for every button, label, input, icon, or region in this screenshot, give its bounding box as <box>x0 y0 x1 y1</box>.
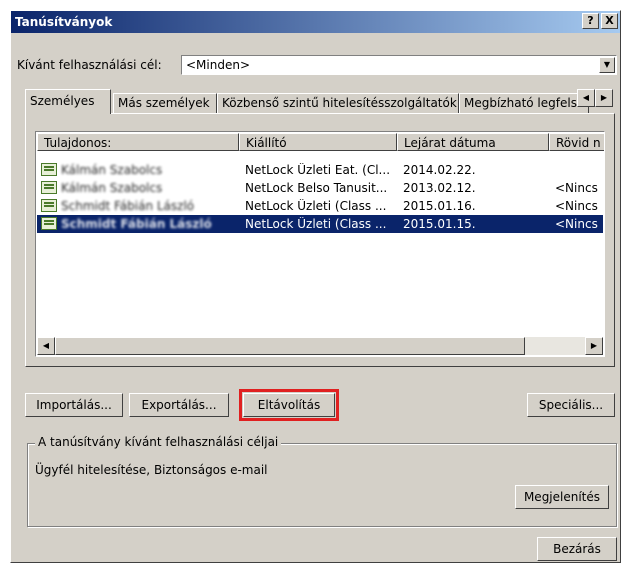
friendly-name-cell: <Nincs <box>555 217 598 231</box>
tab-intermediate-cas[interactable]: Közbenső szintű hitelesítésszolgáltatók <box>217 93 459 113</box>
certificate-icon <box>41 217 57 230</box>
owner-cell: Kálmán Szabolcs <box>61 163 163 177</box>
table-row-selected[interactable]: Schmidt Fábián László NetLock Üzleti (Cl… <box>37 215 603 233</box>
arrow-left-icon: ◀ <box>582 93 590 102</box>
tab-other-people[interactable]: Más személyek <box>113 93 217 113</box>
chevron-down-icon: ▼ <box>603 60 611 69</box>
highlight-box <box>239 389 339 421</box>
column-friendly-name[interactable]: Rövid n <box>549 133 604 151</box>
certificates-dialog: Tanúsítványok ? X Kívánt felhasználási c… <box>10 10 621 563</box>
column-expiry[interactable]: Lejárat dátuma <box>397 133 549 151</box>
expiry-cell: 2015.01.16. <box>403 199 476 213</box>
tab-scroll-left-button[interactable]: ◀ <box>577 89 595 107</box>
scroll-thumb[interactable] <box>55 337 525 355</box>
purpose-label: Kívánt felhasználási cél: <box>17 58 162 72</box>
issuer-cell: NetLock Üzleti (Class ... <box>245 199 387 213</box>
owner-cell: Kálmán Szabolcs <box>61 181 163 195</box>
table-row[interactable]: Schmidt Fábián László NetLock Üzleti (Cl… <box>37 197 603 215</box>
scroll-left-button[interactable]: ◀ <box>37 337 55 355</box>
title-bar[interactable]: Tanúsítványok ? X <box>11 11 620 33</box>
tab-personal[interactable]: Személyes <box>25 89 111 114</box>
expiry-cell: 2015.01.15. <box>403 217 476 231</box>
purposes-text: Ügyfél hitelesítése, Biztonságos e-mail <box>35 463 268 477</box>
column-issuer[interactable]: Kiállító <box>239 133 397 151</box>
arrow-left-icon: ◀ <box>42 341 50 350</box>
close-window-button[interactable]: X <box>601 13 618 29</box>
import-button[interactable]: Importálás... <box>25 393 123 417</box>
tab-scroll-right-button[interactable]: ▶ <box>595 89 613 107</box>
table-row[interactable]: Kálmán Szabolcs NetLock Üzleti Eat. (Cl.… <box>37 161 603 179</box>
certificate-icon <box>41 181 57 194</box>
arrow-right-icon: ▶ <box>590 341 598 350</box>
list-header: Tulajdonos: Kiállító Lejárat dátuma Rövi… <box>37 133 604 151</box>
arrow-right-icon: ▶ <box>600 93 608 102</box>
column-owner[interactable]: Tulajdonos: <box>37 133 239 151</box>
tab-trusted-root[interactable]: Megbízható legfelső <box>459 93 589 113</box>
horizontal-scrollbar[interactable]: ◀ ▶ <box>37 337 603 355</box>
purpose-value: <Minden> <box>186 58 251 72</box>
purpose-combobox[interactable]: <Minden> ▼ <box>181 55 617 75</box>
combo-dropdown-button[interactable]: ▼ <box>599 57 615 73</box>
owner-cell: Schmidt Fábián László <box>61 199 195 213</box>
advanced-button[interactable]: Speciális... <box>527 393 615 417</box>
issuer-cell: NetLock Üzleti Eat. (Cl... <box>245 163 391 177</box>
view-button[interactable]: Megjelenítés <box>515 485 609 509</box>
table-row[interactable]: Kálmán Szabolcs NetLock Belso Tanusit...… <box>37 179 603 197</box>
export-button[interactable]: Exportálás... <box>129 393 229 417</box>
certificate-list[interactable]: Tulajdonos: Kiállító Lejárat dátuma Rövi… <box>35 131 605 357</box>
expiry-cell: 2013.02.12. <box>403 181 476 195</box>
expiry-cell: 2014.02.22. <box>403 163 476 177</box>
scroll-right-button[interactable]: ▶ <box>585 337 603 355</box>
friendly-name-cell: <Nincs <box>555 199 598 213</box>
tab-scroll: ◀ ▶ <box>577 89 613 107</box>
owner-cell: Schmidt Fábián László <box>61 217 212 231</box>
window-title: Tanúsítványok <box>15 15 113 29</box>
purposes-legend: A tanúsítvány kívánt felhasználási célja… <box>35 435 282 449</box>
certificate-icon <box>41 199 57 212</box>
certificate-icon <box>41 163 57 176</box>
issuer-cell: NetLock Üzleti (Class ... <box>245 217 387 231</box>
issuer-cell: NetLock Belso Tanusit... <box>245 181 388 195</box>
friendly-name-cell: <Nincs <box>555 181 598 195</box>
close-button[interactable]: Bezárás <box>537 537 617 561</box>
help-button[interactable]: ? <box>582 13 599 29</box>
